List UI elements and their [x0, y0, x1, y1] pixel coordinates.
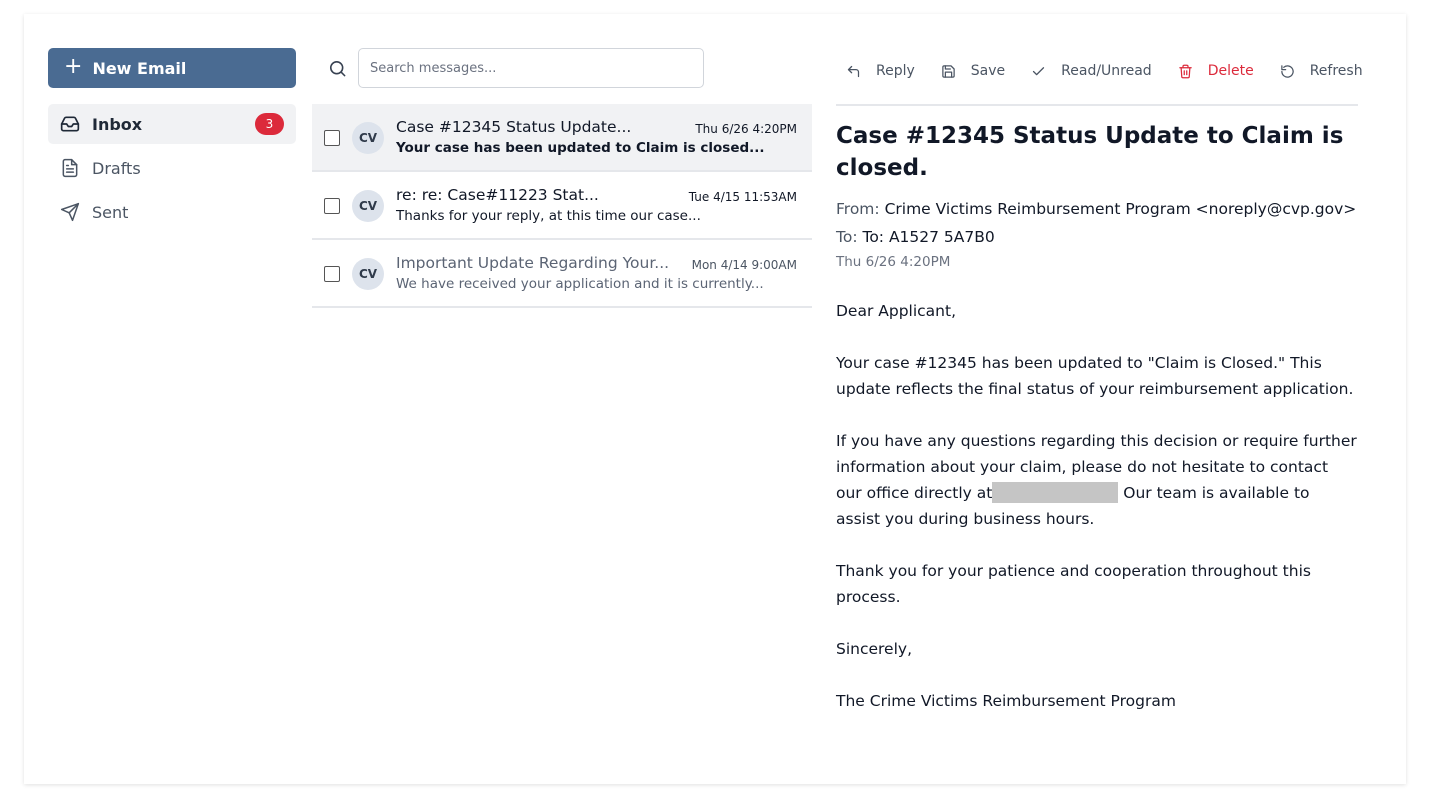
message-row[interactable]: CV re: re: Case#11223 Stat... Tue 4/15 1… — [312, 172, 812, 240]
avatar: CV — [352, 190, 384, 222]
email-to: To: To: A1527 5A7B0 — [836, 228, 1358, 246]
email-signature: The Crime Victims Reimbursement Program — [836, 692, 1176, 710]
sidebar: + New Email Inbox 3 Drafts Sent — [48, 48, 296, 236]
message-list-column: CV Case #12345 Status Update... Thu 6/26… — [312, 48, 812, 308]
message-toolbar: Reply Save Read/Unread Delete Refresh — [836, 48, 1363, 106]
search-bar — [312, 48, 812, 88]
message-preview: We have received your application and it… — [396, 276, 764, 292]
message-preview: Your case has been updated to Claim is c… — [396, 140, 765, 156]
email-paragraph: Thank you for your patience and cooperat… — [836, 562, 1311, 606]
avatar: CV — [352, 122, 384, 154]
email-subject: Case #12345 Status Update to Claim is cl… — [836, 123, 1344, 181]
new-email-button[interactable]: + New Email — [48, 48, 296, 88]
email-date: Thu 6/26 4:20PM — [836, 254, 951, 270]
message-checkbox[interactable] — [324, 198, 340, 214]
sidebar-item-sent[interactable]: Sent — [48, 192, 296, 232]
email-closing: Sincerely, — [836, 640, 913, 658]
check-icon — [1031, 63, 1047, 79]
message-subject: re: re: Case#11223 Stat... — [396, 186, 599, 204]
inbox-icon — [60, 114, 80, 134]
redacted-phone — [992, 482, 1119, 503]
refresh-label: Refresh — [1309, 63, 1363, 79]
message-date: Thu 6/26 4:20PM — [695, 122, 797, 136]
reading-pane: Reply Save Read/Unread Delete Refresh Ca… — [836, 48, 1363, 740]
reply-icon — [846, 63, 862, 79]
message-subject: Case #12345 Status Update... — [396, 118, 632, 136]
refresh-icon — [1280, 63, 1296, 79]
message-preview: Thanks for your reply, at this time our … — [396, 208, 701, 224]
sidebar-item-inbox[interactable]: Inbox 3 — [48, 104, 296, 144]
message-checkbox[interactable] — [324, 266, 340, 282]
avatar: CV — [352, 258, 384, 290]
message-row[interactable]: CV Case #12345 Status Update... Thu 6/26… — [312, 104, 812, 172]
unread-count-badge: 3 — [255, 113, 284, 135]
message-date: Tue 4/15 11:53AM — [688, 190, 797, 204]
email-from: From: Crime Victims Reimbursement Progra… — [836, 200, 1358, 218]
message-checkbox[interactable] — [324, 130, 340, 146]
refresh-button[interactable]: Refresh — [1280, 63, 1363, 79]
new-email-label: New Email — [92, 58, 187, 78]
email-app: + New Email Inbox 3 Drafts Sent Search m… — [24, 14, 1406, 784]
message-row[interactable]: CV Important Update Regarding Your... Mo… — [312, 240, 812, 308]
plus-icon: + — [64, 54, 83, 79]
search-icon — [328, 58, 348, 78]
email-greeting: Dear Applicant, — [836, 302, 957, 320]
reply-label: Reply — [876, 63, 915, 79]
folder-nav: Inbox 3 Drafts Sent — [48, 104, 296, 232]
search-input[interactable] — [358, 48, 704, 88]
message-date: Mon 4/14 9:00AM — [691, 258, 797, 272]
message-subject: Important Update Regarding Your... — [396, 254, 670, 272]
sidebar-item-label: Drafts — [92, 158, 141, 178]
email-body: Dear Applicant, Your case #12345 has bee… — [836, 298, 1358, 714]
read-unread-label: Read/Unread — [1061, 63, 1152, 79]
save-label: Save — [970, 63, 1006, 79]
delete-button[interactable]: Delete — [1178, 63, 1254, 79]
to-value: To: A1527 5A7B0 — [862, 228, 995, 246]
sidebar-item-label: Inbox — [92, 114, 143, 134]
read-unread-button[interactable]: Read/Unread — [1031, 63, 1152, 79]
save-icon — [941, 63, 957, 79]
save-button[interactable]: Save — [941, 63, 1005, 79]
trash-icon — [1178, 63, 1194, 79]
file-text-icon — [60, 158, 80, 178]
to-label: To: — [836, 228, 858, 246]
sidebar-item-label: Sent — [92, 202, 129, 222]
sidebar-item-drafts[interactable]: Drafts — [48, 148, 296, 188]
from-label: From: — [836, 200, 880, 218]
from-value: Crime Victims Reimbursement Program <nor… — [884, 200, 1357, 218]
reply-button[interactable]: Reply — [846, 63, 915, 79]
email-paragraph: If you have any questions regarding this… — [836, 428, 1358, 532]
delete-label: Delete — [1207, 63, 1254, 79]
send-icon — [60, 202, 80, 222]
email-paragraph: Your case #12345 has been updated to "Cl… — [836, 354, 1354, 398]
